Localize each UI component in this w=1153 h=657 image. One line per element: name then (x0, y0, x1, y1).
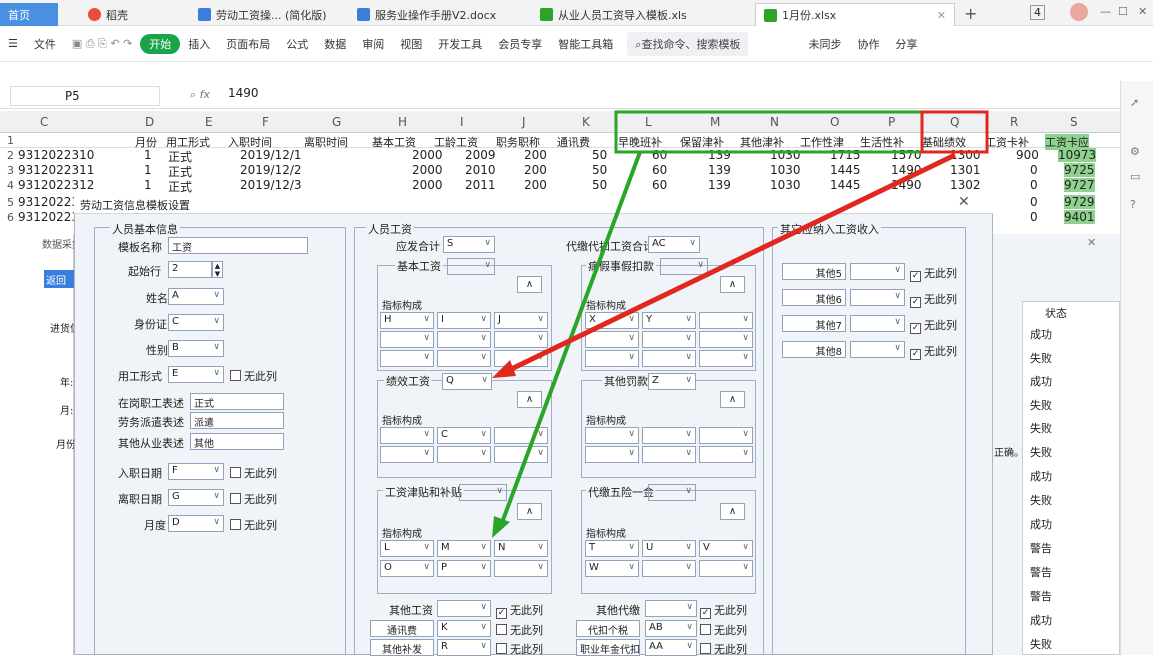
red-highlight-box (920, 110, 989, 154)
red-arrow-head (492, 360, 516, 378)
green-arrow-head (492, 516, 510, 538)
red-arrow (503, 152, 957, 375)
green-highlight-box (614, 110, 924, 154)
annotation-overlay (492, 110, 989, 538)
